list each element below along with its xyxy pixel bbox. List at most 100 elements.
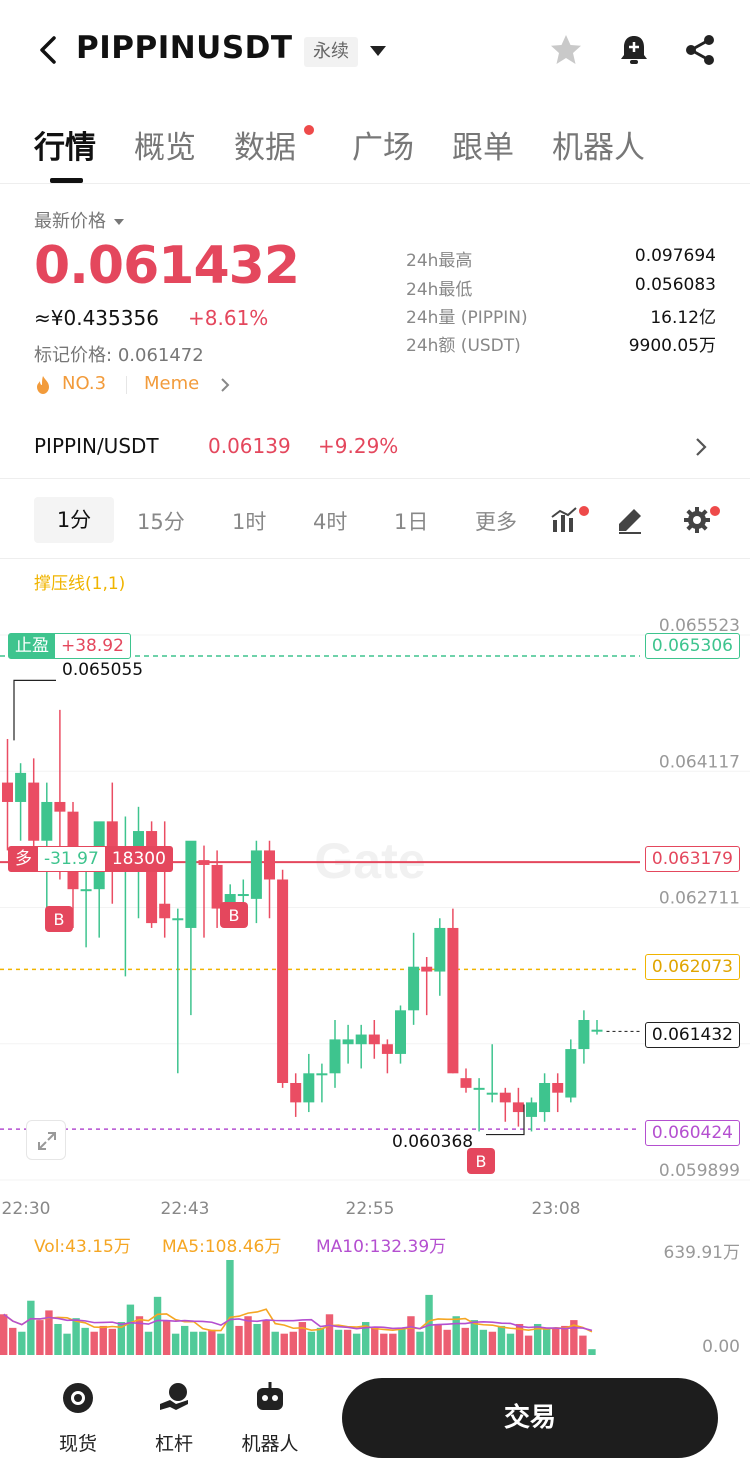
volume-bar	[552, 1327, 560, 1355]
volume-bar	[244, 1316, 252, 1355]
divider	[126, 376, 127, 394]
candle-body	[526, 1102, 537, 1117]
candle	[512, 1087, 524, 1127]
timeframe-1d[interactable]: 1日	[394, 506, 428, 536]
bottom-nav-label: 杠杆	[154, 1433, 193, 1455]
resistance-price-label: 0.062073	[644, 954, 740, 980]
chevron-down-icon[interactable]	[370, 46, 386, 56]
volume-axis-label: 0.00	[702, 1337, 740, 1357]
tab-bots[interactable]: 机器人	[552, 122, 645, 167]
timeframe-1h[interactable]: 1时	[232, 506, 266, 536]
candle	[2, 738, 13, 851]
support-price-label: 0.060424	[644, 1120, 740, 1146]
chevron-down-icon	[113, 219, 124, 225]
volume-bar	[470, 1320, 478, 1355]
buy-marker-text: B	[476, 1152, 487, 1171]
candle-body	[277, 879, 289, 1083]
candle-body	[591, 1029, 603, 1032]
low-marker-label: 0.060368	[392, 1132, 474, 1152]
settings-gear-icon[interactable]	[682, 505, 712, 535]
tab-data-badge-dot	[304, 125, 314, 135]
spot-pair-price: 0.06139	[208, 434, 291, 458]
tab-square[interactable]: 广场	[352, 122, 414, 167]
volume-bar	[144, 1331, 153, 1355]
high-marker-leader	[13, 679, 56, 741]
volume-bar	[352, 1333, 361, 1355]
candle-body	[41, 801, 53, 841]
volume-bar	[190, 1331, 198, 1355]
fullscreen-button[interactable]	[26, 1120, 66, 1160]
timeframe-4h[interactable]: 4时	[313, 506, 347, 536]
volume-bar	[153, 1296, 162, 1355]
candle	[368, 1020, 380, 1059]
stat-low-value: 0.056083	[634, 275, 716, 295]
last-price: 0.061432	[34, 236, 300, 296]
volume-bar	[0, 1314, 8, 1355]
volume-bars: 639.91万 0.00	[0, 1243, 740, 1357]
candle	[578, 1010, 590, 1064]
volume-bar	[307, 1331, 316, 1355]
volume-bar	[27, 1300, 35, 1355]
volume-bar	[479, 1329, 488, 1355]
candle	[486, 1044, 498, 1103]
candle	[250, 840, 262, 924]
back-arrow-icon[interactable]	[34, 32, 62, 68]
volume-bar	[316, 1327, 325, 1355]
bottom-nav-label: 现货	[58, 1433, 97, 1455]
spot-pair-row[interactable]: PIPPIN/USDT 0.06139 +9.29%	[0, 420, 750, 476]
volume-bar	[226, 1260, 234, 1355]
volume-bar	[9, 1327, 17, 1355]
bottom-nav-spot[interactable]: 现货	[38, 1380, 118, 1456]
candle-body	[447, 927, 459, 1074]
bottom-nav-label: 机器人	[241, 1433, 299, 1455]
bottom-nav-robot[interactable]: 机器人	[230, 1380, 310, 1456]
candle-body	[329, 1039, 341, 1074]
timeframe-15m[interactable]: 15分	[137, 506, 185, 536]
volume-bar	[398, 1327, 406, 1355]
tab-market[interactable]: 行情	[34, 122, 96, 167]
position-tag[interactable]: 多 -31.97 18300	[8, 846, 173, 872]
bell-add-icon[interactable]	[616, 32, 652, 68]
indicator-icon[interactable]	[550, 505, 580, 535]
candle	[119, 816, 131, 977]
category-tag[interactable]: Meme	[144, 373, 199, 394]
candle-body	[408, 966, 420, 1011]
tab-data[interactable]: 数据	[234, 122, 296, 167]
timeframe-1m[interactable]: 1分	[34, 497, 114, 543]
tab-copy-trading[interactable]: 跟单	[452, 122, 514, 167]
volume-bar	[289, 1331, 297, 1355]
candle-body	[460, 1078, 472, 1088]
candle	[565, 1039, 577, 1103]
take-profit-tag[interactable]: 止盈 +38.92	[8, 633, 131, 659]
volume-bar	[434, 1323, 442, 1355]
share-icon[interactable]	[682, 32, 718, 68]
volume-bar	[99, 1325, 107, 1355]
volume-bar	[199, 1331, 207, 1355]
stat-high-value: 0.097694	[634, 246, 716, 266]
mark-price-label: 标记价格:	[34, 345, 113, 366]
bottom-nav-margin[interactable]: 杠杆	[134, 1380, 214, 1456]
draw-pen-icon[interactable]	[615, 505, 645, 535]
x-axis-label: 22:43	[161, 1199, 210, 1219]
candle-body	[146, 831, 158, 924]
chart-markers: B B B	[13, 679, 525, 1174]
robot-icon	[257, 1382, 283, 1410]
candle-body	[421, 966, 433, 972]
stat-turnover-label: 24h额 (USDT)	[406, 336, 521, 356]
contract-type-badge[interactable]: 永续	[304, 37, 358, 67]
spot-pair-name: PIPPIN/USDT	[34, 434, 159, 458]
candle-body	[512, 1102, 524, 1113]
timeframe-more[interactable]: 更多	[475, 506, 517, 536]
candle-body	[211, 864, 223, 909]
volume-bar	[443, 1329, 451, 1355]
mark-price-row: 标记价格: 0.061472	[34, 341, 204, 367]
position-size: 18300	[105, 847, 172, 871]
candle-body	[185, 840, 197, 928]
star-icon[interactable]	[548, 32, 584, 68]
tab-overview[interactable]: 概览	[134, 122, 196, 167]
candle-body	[539, 1082, 551, 1113]
latest-price-label[interactable]: 最新价格	[34, 207, 124, 233]
volume-bar	[135, 1316, 144, 1355]
settings-badge-dot	[710, 506, 720, 516]
trade-button[interactable]: 交易	[342, 1378, 718, 1458]
